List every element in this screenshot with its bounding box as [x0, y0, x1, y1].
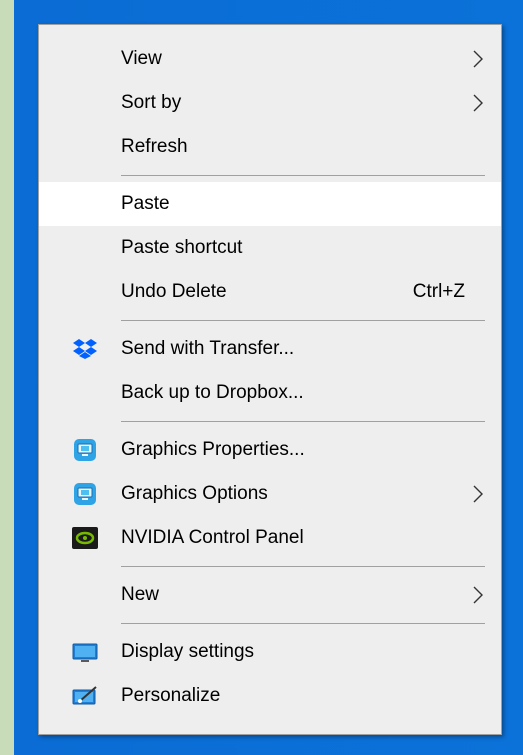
menu-item-label: Paste shortcut [121, 237, 243, 258]
personalize-icon [72, 683, 98, 709]
menu-item-label: View [121, 48, 162, 69]
menu-separator [121, 421, 485, 422]
menu-item-label: Personalize [121, 685, 221, 706]
nvidia-icon [72, 525, 98, 551]
menu-separator [121, 175, 485, 176]
menu-item-view[interactable]: View [39, 37, 501, 81]
desktop-background[interactable]: View Sort by Refresh Paste Paste shortcu… [0, 0, 523, 755]
menu-item-new[interactable]: New [39, 573, 501, 617]
menu-item-label: Undo Delete [121, 281, 227, 302]
menu-item-label: Back up to Dropbox... [121, 382, 304, 403]
menu-separator [121, 320, 485, 321]
menu-separator [121, 623, 485, 624]
chevron-right-icon [473, 485, 483, 503]
menu-item-sort-by[interactable]: Sort by [39, 81, 501, 125]
menu-item-undo-delete[interactable]: Undo Delete Ctrl+Z [39, 270, 501, 314]
chevron-right-icon [473, 586, 483, 604]
menu-item-shortcut: Ctrl+Z [412, 281, 465, 302]
menu-item-back-up-to-dropbox[interactable]: Back up to Dropbox... [39, 371, 501, 415]
menu-item-label: Send with Transfer... [121, 338, 295, 359]
menu-item-label: Display settings [121, 641, 255, 662]
chevron-right-icon [473, 50, 483, 68]
menu-item-personalize[interactable]: Personalize [39, 674, 501, 718]
display-icon [72, 639, 98, 665]
menu-item-label: Graphics Options [121, 483, 268, 504]
menu-item-label: Refresh [121, 136, 188, 157]
menu-item-send-with-transfer[interactable]: Send with Transfer... [39, 327, 501, 371]
menu-item-graphics-properties[interactable]: Graphics Properties... [39, 428, 501, 472]
menu-item-paste[interactable]: Paste [39, 182, 501, 226]
desktop-context-menu: View Sort by Refresh Paste Paste shortcu… [38, 24, 502, 735]
menu-item-label: NVIDIA Control Panel [121, 527, 304, 548]
menu-item-label: Graphics Properties... [121, 439, 305, 460]
menu-item-nvidia-control-panel[interactable]: NVIDIA Control Panel [39, 516, 501, 560]
menu-item-refresh[interactable]: Refresh [39, 125, 501, 169]
menu-item-graphics-options[interactable]: Graphics Options [39, 472, 501, 516]
menu-item-label: New [121, 584, 160, 605]
menu-item-label: Sort by [121, 92, 182, 113]
menu-item-paste-shortcut[interactable]: Paste shortcut [39, 226, 501, 270]
menu-separator [121, 566, 485, 567]
intel-graphics-icon [72, 481, 98, 507]
chevron-right-icon [473, 94, 483, 112]
intel-graphics-icon [72, 437, 98, 463]
dropbox-icon [72, 336, 98, 362]
menu-item-display-settings[interactable]: Display settings [39, 630, 501, 674]
menu-item-label: Paste [121, 193, 170, 214]
